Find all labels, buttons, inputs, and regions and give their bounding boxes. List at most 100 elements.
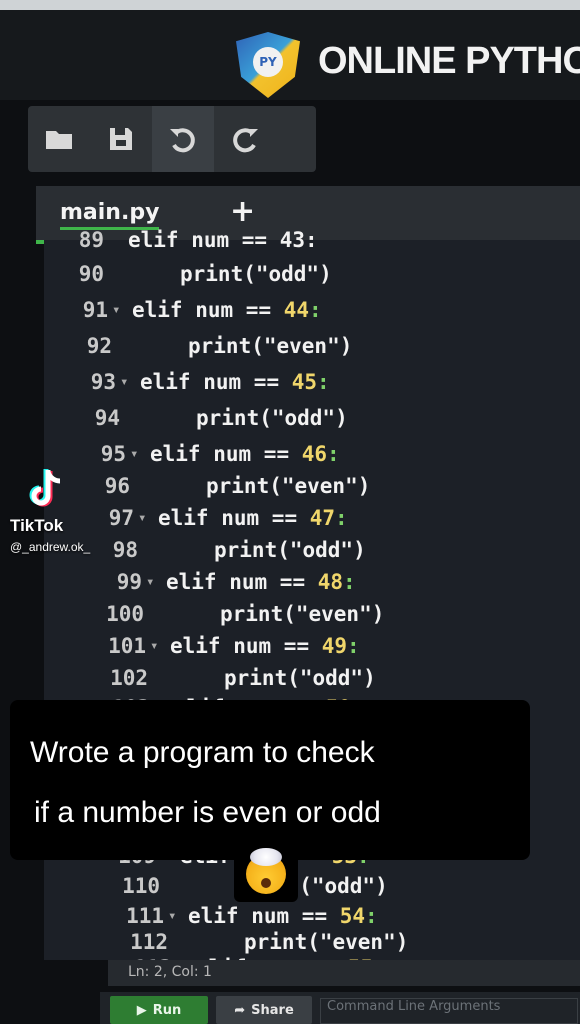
open-file-button[interactable] bbox=[28, 106, 90, 172]
code-line[interactable]: 95 ▾ elif num == 46: bbox=[44, 442, 580, 474]
code-text: elif num == 46: bbox=[150, 442, 340, 466]
code-token: : bbox=[343, 570, 356, 594]
fold-toggle-icon[interactable]: ▾ bbox=[130, 446, 138, 462]
code-token: print( bbox=[196, 406, 272, 430]
code-line[interactable]: 100 print("even") bbox=[44, 602, 580, 634]
code-line[interactable]: 97 ▾ elif num == 47: bbox=[44, 506, 580, 538]
fold-toggle-icon[interactable]: ▾ bbox=[168, 908, 176, 924]
fold-toggle-icon[interactable]: ▾ bbox=[120, 374, 128, 390]
code-line[interactable]: 94 print("odd") bbox=[44, 406, 580, 438]
code-line[interactable]: 93 ▾ elif num == 45: bbox=[44, 370, 580, 402]
fold-toggle-icon[interactable]: ▾ bbox=[112, 302, 120, 318]
fold-toggle-icon[interactable]: ▾ bbox=[138, 510, 146, 526]
site-title[interactable]: ONLINE PYTHO bbox=[318, 40, 580, 83]
code-text: print("odd") bbox=[214, 538, 366, 562]
tiktok-wordmark: TikTok bbox=[10, 516, 64, 535]
line-number[interactable]: 101 bbox=[94, 634, 146, 658]
code-line[interactable]: 102 print("odd") bbox=[44, 666, 580, 698]
line-number[interactable]: 99 bbox=[90, 570, 142, 594]
line-number[interactable]: 100 bbox=[92, 602, 144, 626]
redo-button[interactable] bbox=[214, 106, 276, 172]
folder-icon bbox=[46, 131, 72, 149]
line-number[interactable]: 98 bbox=[86, 538, 138, 562]
line-number[interactable]: 91 bbox=[56, 298, 108, 322]
code-token: == bbox=[253, 370, 280, 394]
code-token: "odd" bbox=[289, 538, 354, 562]
tiktok-logo-icon bbox=[29, 469, 61, 507]
code-token: "odd" bbox=[299, 666, 364, 690]
run-button[interactable]: ▶ Run bbox=[110, 996, 208, 1024]
code-token: print( bbox=[220, 602, 296, 626]
code-token: 54 bbox=[339, 904, 366, 928]
code-text: print("odd") bbox=[224, 666, 376, 690]
code-text: elif num == 45: bbox=[140, 370, 330, 394]
line-number[interactable]: 94 bbox=[68, 406, 120, 430]
code-line[interactable]: 96 print("even") bbox=[44, 474, 580, 506]
line-number[interactable]: 97 bbox=[82, 506, 134, 530]
code-line[interactable]: 98 print("odd") bbox=[44, 538, 580, 570]
code-token: "odd" bbox=[271, 406, 336, 430]
logo-badge: PY bbox=[253, 47, 283, 77]
line-number[interactable]: 89 bbox=[52, 228, 104, 252]
code-token: print( bbox=[188, 334, 264, 358]
code-line[interactable]: 89 elif num == 43: bbox=[44, 228, 580, 260]
code-token: ) bbox=[375, 874, 388, 898]
line-number[interactable]: 90 bbox=[52, 262, 104, 286]
run-label: Run bbox=[152, 1002, 182, 1018]
undo-button[interactable] bbox=[152, 106, 214, 172]
line-number[interactable]: 110 bbox=[108, 874, 160, 898]
editor-toolbar bbox=[28, 106, 316, 172]
add-file-button[interactable]: + bbox=[230, 194, 255, 229]
code-text: print("even") bbox=[244, 930, 408, 954]
code-line[interactable]: 90 print("odd") bbox=[44, 262, 580, 294]
code-token: == bbox=[283, 634, 310, 658]
command-line-args-input[interactable]: Command Line Arguments bbox=[320, 998, 578, 1024]
code-line[interactable]: 110print("odd") bbox=[44, 874, 580, 906]
line-number[interactable]: 112 bbox=[116, 930, 168, 954]
code-token: ) bbox=[371, 602, 385, 626]
exploding-head-icon bbox=[246, 848, 286, 894]
share-label: Share bbox=[251, 1002, 294, 1018]
status-bar: Ln: 2, Col: 1 bbox=[108, 960, 580, 986]
save-button[interactable] bbox=[90, 106, 152, 172]
action-bar: ▶ Run ➦ Share Command Line Arguments bbox=[100, 992, 580, 1024]
fold-toggle-icon[interactable]: ▾ bbox=[150, 638, 158, 654]
code-token: elif num == 43: bbox=[128, 228, 318, 252]
code-text: elif num == 48: bbox=[166, 570, 356, 594]
code-line[interactable]: 91 ▾ elif num == 44: bbox=[44, 298, 580, 330]
line-number[interactable]: 93 bbox=[64, 370, 116, 394]
line-number[interactable]: 111 bbox=[112, 904, 164, 928]
code-token: 48 bbox=[317, 570, 344, 594]
code-text: print("odd") bbox=[180, 262, 332, 286]
code-token: "odd" bbox=[255, 262, 320, 286]
code-token: 44 bbox=[283, 298, 310, 322]
code-token: == bbox=[271, 506, 298, 530]
code-line[interactable]: 92 print("even") bbox=[44, 334, 580, 366]
code-token: elif num bbox=[158, 506, 272, 530]
monitor-bezel bbox=[0, 0, 580, 10]
code-token: == bbox=[279, 570, 306, 594]
code-line[interactable]: 101 ▾ elif num == 49: bbox=[44, 634, 580, 666]
code-text: elif num == 49: bbox=[170, 634, 360, 658]
code-token: : bbox=[365, 904, 378, 928]
code-token: == bbox=[245, 298, 272, 322]
code-text: elif num == 44: bbox=[132, 298, 322, 322]
share-button[interactable]: ➦ Share bbox=[216, 996, 312, 1024]
line-number[interactable]: 92 bbox=[60, 334, 112, 358]
line-number[interactable]: 102 bbox=[96, 666, 148, 690]
tiktok-handle: @_andrew.ok_ bbox=[10, 540, 91, 554]
tab-main-py[interactable]: main.py bbox=[60, 200, 160, 230]
code-token: 47 bbox=[309, 506, 336, 530]
code-token: elif num bbox=[132, 298, 246, 322]
fold-toggle-icon[interactable]: ▾ bbox=[146, 574, 154, 590]
line-number[interactable]: 95 bbox=[74, 442, 126, 466]
line-number[interactable]: 96 bbox=[78, 474, 130, 498]
code-text: print("even") bbox=[220, 602, 384, 626]
code-text: print("even") bbox=[206, 474, 370, 498]
site-logo[interactable]: PY bbox=[236, 32, 300, 98]
code-line[interactable]: 99 ▾ elif num == 48: bbox=[44, 570, 580, 602]
